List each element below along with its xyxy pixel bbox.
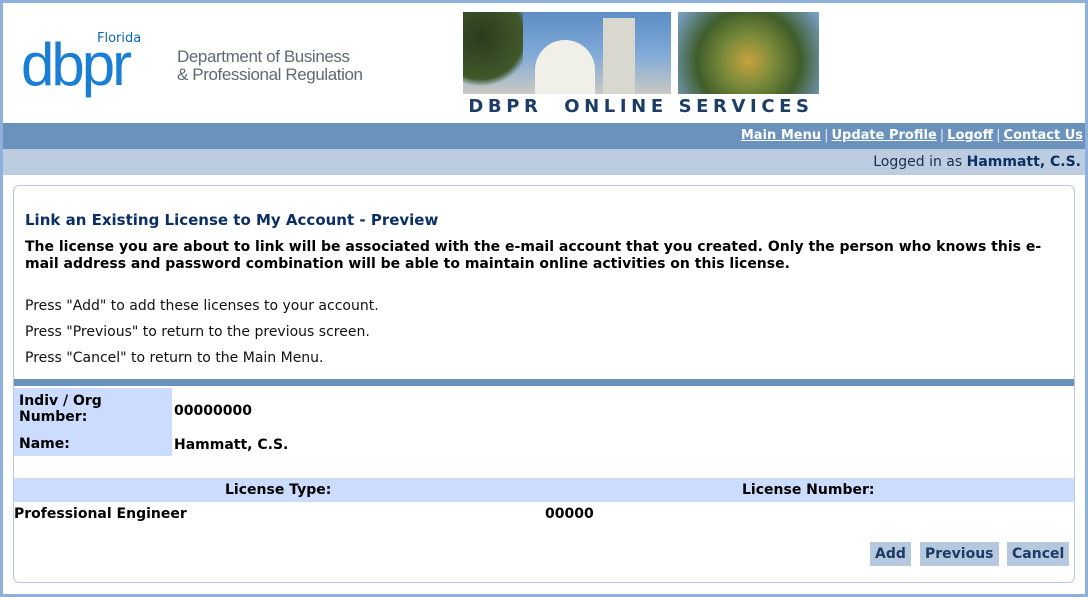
capitol-photo bbox=[463, 12, 671, 94]
dbpr-logo[interactable]: Florida dbpr Department of Business & Pr… bbox=[21, 25, 366, 105]
top-nav-links: Main Menu | Update Profile | Logoff | Contact … bbox=[741, 128, 1083, 143]
login-status-bar: Logged in as Hammatt, C.S. bbox=[3, 149, 1085, 175]
nav-separator: | bbox=[824, 128, 829, 143]
instruction-add: Press "Add" to add these licenses to you… bbox=[25, 298, 379, 314]
account-name-label: Name: bbox=[14, 432, 172, 456]
account-number-label: Indiv / Org Number: bbox=[14, 388, 172, 432]
site-header: Florida dbpr Department of Business & Pr… bbox=[3, 3, 1085, 123]
license-type-cell: Professional Engineer bbox=[14, 506, 187, 522]
logo-department: Department of Business & Professional Re… bbox=[177, 48, 363, 84]
nav-separator: | bbox=[939, 128, 945, 143]
logged-in-user: Hammatt, C.S. bbox=[966, 154, 1081, 170]
top-nav-bar: Main Menu | Update Profile | Logoff | Contact … bbox=[3, 123, 1085, 149]
add-button[interactable]: Add bbox=[870, 542, 911, 566]
account-number-value: 00000000 bbox=[174, 403, 252, 419]
col-license-type: License Type: bbox=[225, 482, 332, 498]
online-services-banner: DBPR ONLINE SERVICES bbox=[463, 12, 819, 117]
section-divider bbox=[14, 379, 1074, 386]
page-title: Link an Existing License to My Account -… bbox=[25, 211, 439, 229]
table-row: Professional Engineer 00000 bbox=[14, 504, 1074, 524]
previous-button[interactable]: Previous bbox=[920, 542, 999, 566]
instruction-previous: Press "Previous" to return to the previo… bbox=[25, 324, 370, 340]
nav-separator: | bbox=[996, 128, 1001, 143]
page-frame: Florida dbpr Department of Business & Pr… bbox=[0, 0, 1088, 597]
nav-update-profile[interactable]: Update Profile bbox=[831, 128, 936, 143]
license-table-header: License Type: License Number: bbox=[14, 478, 1074, 502]
instruction-cancel: Press "Cancel" to return to the Main Men… bbox=[25, 350, 324, 366]
login-prefix: Logged in as bbox=[873, 154, 963, 170]
col-license-number: License Number: bbox=[742, 482, 875, 498]
account-name-value: Hammatt, C.S. bbox=[174, 437, 289, 453]
logo-brand: dbpr bbox=[21, 31, 132, 98]
content-panel: Link an Existing License to My Account -… bbox=[13, 185, 1075, 583]
palm-tree-photo bbox=[678, 12, 819, 94]
logo-dept-line2: & Professional Regulation bbox=[177, 65, 363, 84]
cancel-button[interactable]: Cancel bbox=[1007, 542, 1070, 566]
account-number-label-text: Indiv / Org Number: bbox=[19, 393, 102, 425]
logo-dept-line1: Department of Business bbox=[177, 47, 350, 66]
login-status: Logged in as Hammatt, C.S. bbox=[873, 154, 1081, 170]
link-notice: The license you are about to link will b… bbox=[25, 239, 1042, 272]
license-number-cell: 00000 bbox=[545, 506, 594, 522]
nav-logoff[interactable]: Logoff bbox=[947, 128, 993, 143]
banner-caption: DBPR ONLINE SERVICES bbox=[468, 96, 814, 117]
nav-main-menu[interactable]: Main Menu bbox=[741, 128, 821, 143]
nav-contact-us[interactable]: Contact Us bbox=[1004, 128, 1083, 143]
